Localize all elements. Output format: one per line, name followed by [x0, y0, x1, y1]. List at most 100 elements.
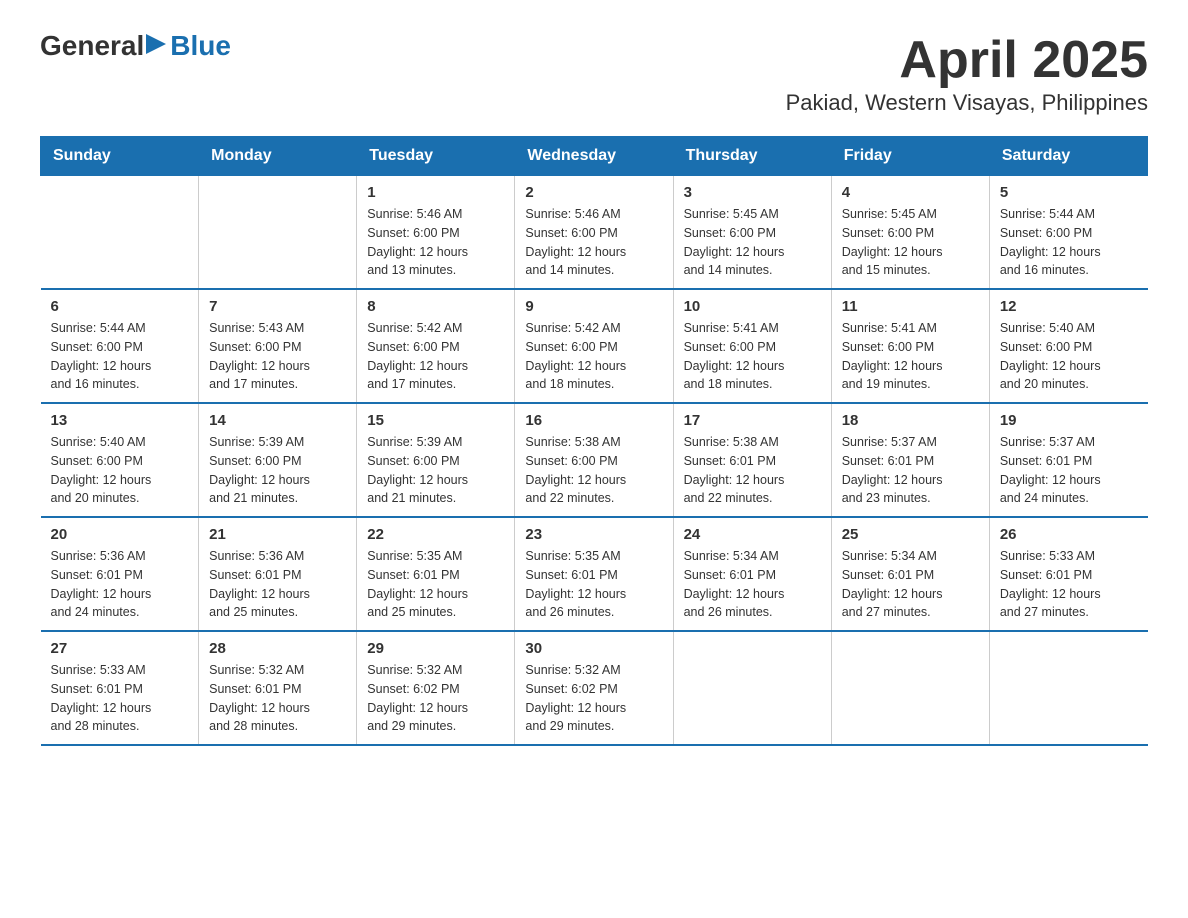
day-info-25: Sunrise: 5:34 AM Sunset: 6:01 PM Dayligh…	[842, 547, 979, 622]
day-number-4: 4	[842, 184, 979, 201]
day-number-21: 21	[209, 526, 346, 543]
cell-w3-d1: 13 Sunrise: 5:40 AM Sunset: 6:00 PM Dayli…	[41, 403, 199, 517]
day-number-30: 30	[525, 640, 662, 657]
cell-w1-d5: 3Sunrise: 5:45 AM Sunset: 6:00 PM Daylig…	[673, 176, 831, 290]
day-number-18: 18	[842, 412, 979, 429]
cell-w3-d4: 16 Sunrise: 5:38 AM Sunset: 6:00 PM Dayli…	[515, 403, 673, 517]
day-number-11: 11	[842, 298, 979, 315]
day-number-10: 10	[684, 298, 821, 315]
cell-w2-d6: 11 Sunrise: 5:41 AM Sunset: 6:00 PM Dayli…	[831, 289, 989, 403]
day-number-25: 25	[842, 526, 979, 543]
cell-w1-d3: 1Sunrise: 5:46 AM Sunset: 6:00 PM Daylig…	[357, 176, 515, 290]
header: General Blue April 2025 Pakiad, Western …	[40, 30, 1148, 116]
cell-w3-d3: 15Sunrise: 5:39 AM Sunset: 6:00 PM Dayli…	[357, 403, 515, 517]
cell-w1-d1	[41, 176, 199, 290]
cell-w1-d2	[199, 176, 357, 290]
day-info-23: Sunrise: 5:35 AM Sunset: 6:01 PM Dayligh…	[525, 547, 662, 622]
day-number-6: 6	[51, 298, 189, 315]
day-number-28: 28	[209, 640, 346, 657]
week-row-3: 13 Sunrise: 5:40 AM Sunset: 6:00 PM Dayli…	[41, 403, 1148, 517]
day-number-7: 7	[209, 298, 346, 315]
cell-w5-d6	[831, 631, 989, 745]
cell-w5-d1: 27 Sunrise: 5:33 AM Sunset: 6:01 PM Dayli…	[41, 631, 199, 745]
day-number-17: 17	[684, 412, 821, 429]
calendar-header: SundayMondayTuesdayWednesdayThursdayFrid…	[41, 137, 1148, 176]
cell-w4-d3: 22 Sunrise: 5:35 AM Sunset: 6:01 PM Dayli…	[357, 517, 515, 631]
header-sunday: Sunday	[41, 137, 199, 176]
cell-w4-d2: 21 Sunrise: 5:36 AM Sunset: 6:01 PM Dayli…	[199, 517, 357, 631]
cell-w2-d3: 8 Sunrise: 5:42 AM Sunset: 6:00 PM Daylig…	[357, 289, 515, 403]
day-info-10: Sunrise: 5:41 AM Sunset: 6:00 PM Dayligh…	[684, 319, 821, 394]
cell-w4-d5: 24 Sunrise: 5:34 AM Sunset: 6:01 PM Dayli…	[673, 517, 831, 631]
cell-w3-d2: 14 Sunrise: 5:39 AM Sunset: 6:00 PM Dayli…	[199, 403, 357, 517]
cell-w1-d4: 2 Sunrise: 5:46 AM Sunset: 6:00 PM Daylig…	[515, 176, 673, 290]
cell-w4-d6: 25 Sunrise: 5:34 AM Sunset: 6:01 PM Dayli…	[831, 517, 989, 631]
logo-general-text: General	[40, 30, 144, 62]
day-info-24: Sunrise: 5:34 AM Sunset: 6:01 PM Dayligh…	[684, 547, 821, 622]
header-thursday: Thursday	[673, 137, 831, 176]
cell-w1-d6: 4 Sunrise: 5:45 AM Sunset: 6:00 PM Daylig…	[831, 176, 989, 290]
cell-w4-d7: 26Sunrise: 5:33 AM Sunset: 6:01 PM Dayli…	[989, 517, 1147, 631]
header-wednesday: Wednesday	[515, 137, 673, 176]
day-number-22: 22	[367, 526, 504, 543]
logo-blue-text: Blue	[170, 30, 231, 62]
day-number-14: 14	[209, 412, 346, 429]
cell-w5-d2: 28Sunrise: 5:32 AM Sunset: 6:01 PM Dayli…	[199, 631, 357, 745]
day-info-3: Sunrise: 5:45 AM Sunset: 6:00 PM Dayligh…	[684, 205, 821, 280]
cell-w2-d1: 6 Sunrise: 5:44 AM Sunset: 6:00 PM Daylig…	[41, 289, 199, 403]
day-info-11: Sunrise: 5:41 AM Sunset: 6:00 PM Dayligh…	[842, 319, 979, 394]
week-row-1: 1 Sunrise: 5:46 AM Sunset: 6:00 PM Daylig…	[41, 176, 1148, 290]
day-number-8: 8	[367, 298, 504, 315]
week-row-4: 20 Sunrise: 5:36 AM Sunset: 6:01 PM Dayli…	[41, 517, 1148, 631]
logo-flag-icon	[146, 34, 168, 62]
cell-w2-d7: 12 Sunrise: 5:40 AM Sunset: 6:00 PM Dayli…	[989, 289, 1147, 403]
day-info-14: Sunrise: 5:39 AM Sunset: 6:00 PM Dayligh…	[209, 433, 346, 508]
day-info-8: Sunrise: 5:42 AM Sunset: 6:00 PM Dayligh…	[367, 319, 504, 394]
cell-w5-d4: 30Sunrise: 5:32 AM Sunset: 6:02 PM Dayli…	[515, 631, 673, 745]
day-number-24: 24	[684, 526, 821, 543]
day-number-9: 9	[525, 298, 662, 315]
day-info-29: Sunrise: 5:32 AM Sunset: 6:02 PM Dayligh…	[367, 661, 504, 736]
day-number-13: 13	[51, 412, 189, 429]
day-info-12: Sunrise: 5:40 AM Sunset: 6:00 PM Dayligh…	[1000, 319, 1138, 394]
day-info-6: Sunrise: 5:44 AM Sunset: 6:00 PM Dayligh…	[51, 319, 189, 394]
day-info-19: Sunrise: 5:37 AM Sunset: 6:01 PM Dayligh…	[1000, 433, 1138, 508]
day-number-27: 27	[51, 640, 189, 657]
cell-w5-d7	[989, 631, 1147, 745]
day-info-16: Sunrise: 5:38 AM Sunset: 6:00 PM Dayligh…	[525, 433, 662, 508]
cell-w2-d4: 9 Sunrise: 5:42 AM Sunset: 6:00 PM Daylig…	[515, 289, 673, 403]
day-info-13: Sunrise: 5:40 AM Sunset: 6:00 PM Dayligh…	[51, 433, 189, 508]
cell-w2-d5: 10 Sunrise: 5:41 AM Sunset: 6:00 PM Dayli…	[673, 289, 831, 403]
day-number-16: 16	[525, 412, 662, 429]
day-info-27: Sunrise: 5:33 AM Sunset: 6:01 PM Dayligh…	[51, 661, 189, 736]
day-info-9: Sunrise: 5:42 AM Sunset: 6:00 PM Dayligh…	[525, 319, 662, 394]
cell-w3-d7: 19 Sunrise: 5:37 AM Sunset: 6:01 PM Dayli…	[989, 403, 1147, 517]
header-friday: Friday	[831, 137, 989, 176]
cell-w4-d4: 23Sunrise: 5:35 AM Sunset: 6:01 PM Dayli…	[515, 517, 673, 631]
day-number-2: 2	[525, 184, 662, 201]
day-number-12: 12	[1000, 298, 1138, 315]
calendar-table: SundayMondayTuesdayWednesdayThursdayFrid…	[40, 136, 1148, 746]
day-info-22: Sunrise: 5:35 AM Sunset: 6:01 PM Dayligh…	[367, 547, 504, 622]
day-info-2: Sunrise: 5:46 AM Sunset: 6:00 PM Dayligh…	[525, 205, 662, 280]
cell-w3-d5: 17Sunrise: 5:38 AM Sunset: 6:01 PM Dayli…	[673, 403, 831, 517]
day-number-29: 29	[367, 640, 504, 657]
title-area: April 2025 Pakiad, Western Visayas, Phil…	[786, 30, 1148, 116]
day-number-5: 5	[1000, 184, 1138, 201]
day-number-19: 19	[1000, 412, 1138, 429]
day-info-21: Sunrise: 5:36 AM Sunset: 6:01 PM Dayligh…	[209, 547, 346, 622]
week-row-2: 6 Sunrise: 5:44 AM Sunset: 6:00 PM Daylig…	[41, 289, 1148, 403]
cell-w1-d7: 5Sunrise: 5:44 AM Sunset: 6:00 PM Daylig…	[989, 176, 1147, 290]
day-number-1: 1	[367, 184, 504, 201]
day-headers-row: SundayMondayTuesdayWednesdayThursdayFrid…	[41, 137, 1148, 176]
day-info-18: Sunrise: 5:37 AM Sunset: 6:01 PM Dayligh…	[842, 433, 979, 508]
day-number-20: 20	[51, 526, 189, 543]
day-info-26: Sunrise: 5:33 AM Sunset: 6:01 PM Dayligh…	[1000, 547, 1138, 622]
header-tuesday: Tuesday	[357, 137, 515, 176]
header-monday: Monday	[199, 137, 357, 176]
month-title: April 2025	[786, 30, 1148, 90]
calendar-body: 1 Sunrise: 5:46 AM Sunset: 6:00 PM Daylig…	[41, 176, 1148, 746]
cell-w4-d1: 20Sunrise: 5:36 AM Sunset: 6:01 PM Dayli…	[41, 517, 199, 631]
day-info-15: Sunrise: 5:39 AM Sunset: 6:00 PM Dayligh…	[367, 433, 504, 508]
day-info-4: Sunrise: 5:45 AM Sunset: 6:00 PM Dayligh…	[842, 205, 979, 280]
